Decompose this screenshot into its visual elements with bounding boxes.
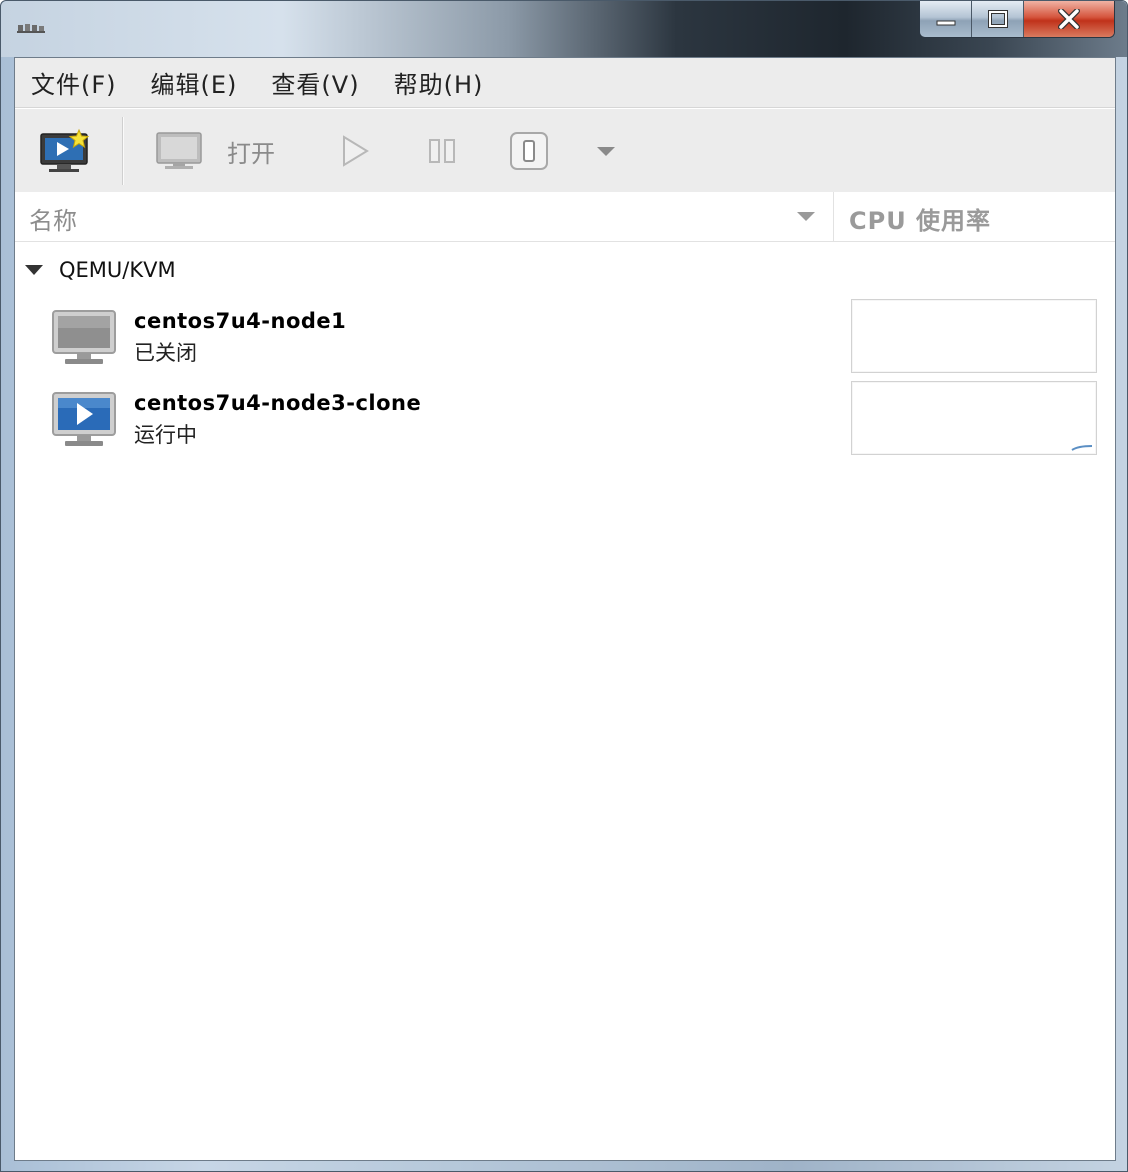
- column-header-name[interactable]: 名称: [15, 192, 834, 241]
- toolbar: 打开: [15, 109, 1115, 192]
- expander-chevron-down-icon[interactable]: [25, 265, 43, 275]
- shutdown-menu-button[interactable]: [595, 123, 617, 179]
- open-label: 打开: [227, 139, 275, 168]
- new-vm-button[interactable]: [39, 123, 91, 179]
- vm-row-node1[interactable]: centos7u4-node1 已关闭: [15, 297, 1115, 377]
- vm-name: centos7u4-node3-clone: [134, 391, 422, 415]
- cpu-usage-line: [1071, 445, 1093, 451]
- play-icon: [343, 135, 369, 167]
- maximize-icon: [987, 10, 1008, 28]
- close-icon: [1058, 9, 1080, 29]
- run-button[interactable]: [339, 123, 371, 179]
- connection-label: QEMU/KVM: [59, 258, 176, 282]
- column-header-cpu[interactable]: CPU 使用率: [849, 201, 991, 236]
- cpu-usage-graph: [851, 299, 1097, 373]
- menu-view[interactable]: 查看(V): [271, 65, 359, 100]
- menu-help[interactable]: 帮助(H): [394, 65, 484, 100]
- cpu-usage-graph: [851, 381, 1097, 455]
- vm-state: 已关闭: [134, 341, 197, 365]
- connection-row-qemu-kvm[interactable]: QEMU/KVM: [25, 255, 176, 285]
- menu-file[interactable]: 文件(F): [31, 65, 117, 100]
- vm-name: centos7u4-node1: [134, 309, 347, 333]
- pause-button[interactable]: [427, 123, 457, 179]
- pause-icon: [429, 139, 455, 163]
- close-button[interactable]: [1024, 1, 1114, 37]
- monitor-icon: [156, 132, 202, 169]
- vm-state: 运行中: [134, 423, 197, 447]
- virt-manager-window: 文件(F) 编辑(E) 查看(V) 帮助(H) 打开 名称 CPU 使用率 QE…: [0, 0, 1128, 1172]
- title-bar[interactable]: [1, 1, 1127, 57]
- vm-row-node3-clone[interactable]: centos7u4-node3-clone 运行中: [15, 379, 1115, 459]
- vm-list-header: 名称 CPU 使用率: [15, 192, 1115, 242]
- vm-off-monitor-icon: [52, 310, 116, 364]
- open-button[interactable]: 打开: [155, 123, 275, 179]
- maximize-button[interactable]: [972, 1, 1024, 37]
- minimize-button[interactable]: [920, 1, 972, 37]
- chevron-down-icon: [597, 147, 615, 156]
- client-area: 文件(F) 编辑(E) 查看(V) 帮助(H) 打开 名称 CPU 使用率 QE…: [14, 57, 1116, 1161]
- shutdown-button[interactable]: [509, 123, 549, 179]
- minimize-icon: [936, 20, 955, 26]
- menu-bar: 文件(F) 编辑(E) 查看(V) 帮助(H): [15, 58, 1115, 108]
- toolbar-separator: [122, 117, 123, 185]
- caption-buttons: [919, 1, 1115, 38]
- new-vm-icon: [40, 128, 90, 172]
- sort-chevron-down-icon[interactable]: [797, 212, 815, 221]
- vm-running-monitor-icon: [52, 392, 116, 446]
- app-icon: [17, 24, 45, 33]
- column-name-label: 名称: [29, 207, 77, 235]
- menu-edit[interactable]: 编辑(E): [151, 65, 238, 100]
- power-icon: [510, 132, 548, 170]
